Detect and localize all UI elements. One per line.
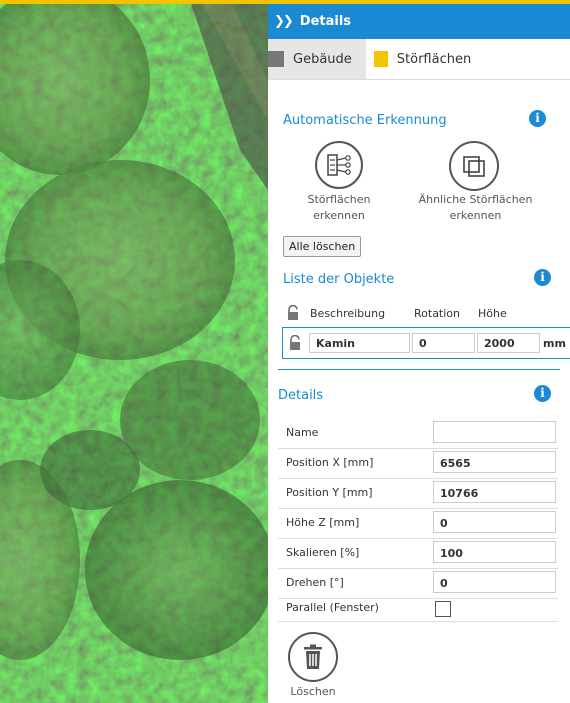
lock-header-icon[interactable] (286, 304, 300, 324)
info-icon[interactable]: i (529, 110, 546, 127)
unit-label: mm (543, 337, 566, 350)
lock-icon[interactable] (288, 334, 302, 354)
parallel-label: Parallel (Fenster) (286, 601, 379, 614)
network-detect-icon (327, 154, 351, 176)
auto-detect-title: Automatische Erkennung (283, 113, 447, 128)
section-divider (278, 369, 560, 370)
double-chevron-right-icon[interactable]: ❯❯ (274, 14, 294, 29)
scale-label: Skalieren [%] (286, 546, 360, 559)
aerial-map-view[interactable] (0, 0, 268, 703)
description-input[interactable]: Kamin (309, 333, 410, 353)
height-z-row: Höhe Z [mm] 0 (278, 509, 558, 539)
details-panel: ❯❯ Details Gebäude Störflächen Automatis… (268, 4, 570, 703)
detect-stoerflaechen-caption: Störflächen erkennen (307, 193, 371, 222)
tab-bar: Gebäude Störflächen (268, 39, 570, 80)
col-rotation: Rotation (414, 307, 461, 320)
scale-input[interactable]: 100 (433, 541, 556, 563)
detect-similar-button[interactable] (449, 141, 499, 191)
clear-all-button[interactable]: Alle löschen (283, 236, 362, 257)
name-input[interactable] (433, 421, 556, 443)
position-y-input[interactable]: 10766 (433, 481, 556, 503)
info-icon[interactable]: i (534, 269, 551, 286)
panel-header: ❯❯ Details (268, 4, 570, 39)
position-y-label: Position Y [mm] (286, 486, 373, 499)
rotate-input[interactable]: 0 (433, 571, 556, 593)
trash-icon (304, 644, 322, 669)
height-input[interactable]: 2000 (477, 333, 540, 353)
delete-button[interactable] (288, 632, 338, 682)
tab-gebaeude[interactable]: Gebäude (268, 39, 366, 79)
panel-title: Details (299, 14, 352, 29)
gray-swatch-icon (268, 51, 284, 67)
name-row: Name (278, 419, 558, 449)
copy-squares-icon (463, 156, 485, 177)
tab-stoerflaechen-label: Störflächen (396, 51, 472, 67)
scale-row: Skalieren [%] 100 (278, 539, 558, 569)
rotate-label: Drehen [°] (286, 576, 344, 589)
details-title: Details (278, 388, 324, 403)
table-row[interactable]: Kamin 0 2000 mm (282, 327, 570, 359)
height-z-input[interactable]: 0 (433, 511, 556, 533)
col-height: Höhe (478, 307, 507, 320)
info-icon[interactable]: i (534, 385, 551, 402)
yellow-swatch-icon (373, 51, 388, 67)
delete-label: Löschen (290, 685, 336, 698)
tab-gebaeude-label: Gebäude (293, 51, 352, 67)
objects-list-title: Liste der Objekte (283, 272, 395, 287)
detect-similar-caption: Ähnliche Störflächen erkennen (418, 193, 533, 222)
position-x-label: Position X [mm] (286, 456, 374, 469)
rotation-input[interactable]: 0 (412, 333, 475, 353)
rotate-row: Drehen [°] 0 (278, 569, 558, 599)
parallel-checkbox[interactable] (435, 601, 451, 617)
position-x-row: Position X [mm] 6565 (278, 449, 558, 479)
height-z-label: Höhe Z [mm] (286, 516, 360, 529)
detect-stoerflaechen-button[interactable] (315, 141, 363, 189)
name-label: Name (286, 426, 319, 439)
col-description: Beschreibung (310, 307, 386, 320)
position-x-input[interactable]: 6565 (433, 451, 556, 473)
tab-stoerflaechen[interactable]: Störflächen (366, 39, 485, 79)
position-y-row: Position Y [mm] 10766 (278, 479, 558, 509)
parallel-row: Parallel (Fenster) (278, 597, 558, 622)
